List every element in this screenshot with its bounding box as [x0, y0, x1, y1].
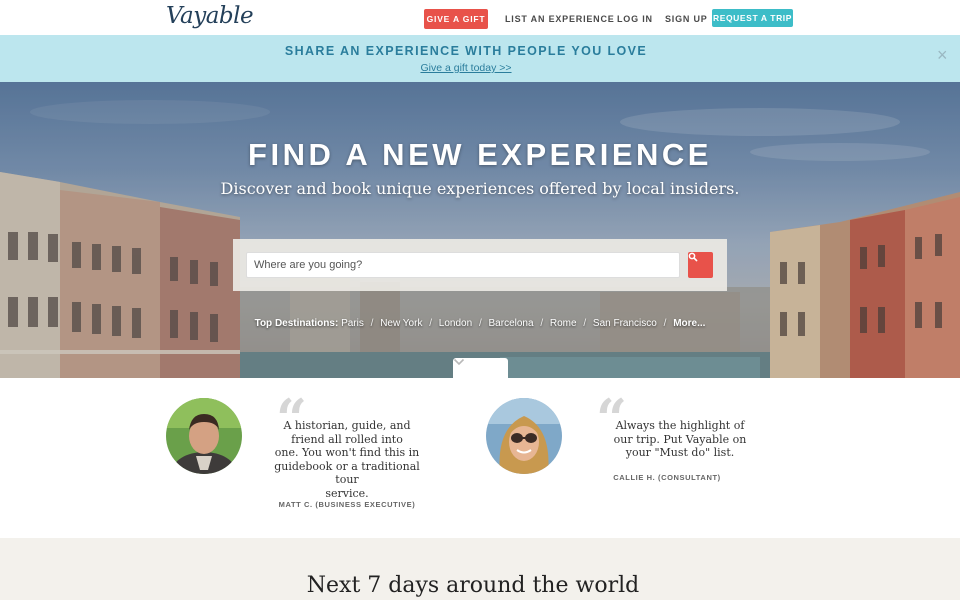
top-destinations: Top Destinations: Paris / New York / Lon…	[254, 318, 706, 329]
destination-link-paris[interactable]: Paris	[341, 318, 364, 329]
destinations-label: Top Destinations:	[254, 318, 339, 329]
avatar	[486, 398, 562, 474]
destination-link-london[interactable]: London	[439, 318, 472, 329]
log-in-link[interactable]: LOG IN	[617, 14, 653, 24]
next-seven-days-section: Next 7 days around the world	[0, 538, 960, 600]
top-navigation-bar: Vayable GIVE A GIFT LIST AN EXPERIENCE L…	[0, 0, 960, 35]
search-panel: Where are you going?	[233, 239, 727, 291]
destination-link-san-francisco[interactable]: San Francisco	[593, 318, 657, 329]
give-a-gift-button[interactable]: GIVE A GIFT	[424, 9, 488, 29]
list-experience-link[interactable]: LIST AN EXPERIENCE	[505, 14, 615, 24]
search-icon	[688, 252, 698, 262]
promo-banner: SHARE AN EXPERIENCE WITH PEOPLE YOU LOVE…	[0, 35, 960, 82]
search-button[interactable]	[688, 252, 713, 278]
destination-link-new-york[interactable]: New York	[380, 318, 422, 329]
testimonials-section: “ A historian, guide, and friend all rol…	[0, 378, 960, 538]
destination-link-rome[interactable]: Rome	[550, 318, 577, 329]
hero-subtitle: Discover and book unique experiences off…	[220, 179, 740, 198]
request-a-trip-button[interactable]: REQUEST A TRIP	[712, 9, 793, 27]
testimonial-quote: Always the highlight of our trip. Put Va…	[613, 419, 747, 459]
avatar	[166, 398, 242, 474]
destination-link-barcelona[interactable]: Barcelona	[489, 318, 534, 329]
close-icon[interactable]: ×	[937, 46, 948, 64]
hero-section: FIND A NEW EXPERIENCE Discover and book …	[0, 82, 960, 378]
destination-search-input[interactable]: Where are you going?	[246, 252, 680, 278]
chevron-down-icon	[453, 358, 465, 366]
section-title: Next 7 days around the world	[306, 573, 640, 598]
testimonial-author: CALLIE H. (CONSULTANT)	[613, 473, 721, 482]
promo-title: SHARE AN EXPERIENCE WITH PEOPLE YOU LOVE	[284, 44, 648, 58]
hero-title: FIND A NEW EXPERIENCE	[248, 137, 712, 172]
more-destinations-link[interactable]: More...	[673, 318, 705, 329]
vayable-logo[interactable]: Vayable	[166, 3, 254, 29]
scroll-down-button[interactable]	[453, 358, 508, 378]
testimonial-author: MATT C. (BUSINESS EXECUTIVE)	[278, 500, 416, 509]
sign-up-link[interactable]: SIGN UP	[665, 14, 708, 24]
give-gift-link[interactable]: Give a gift today >>	[0, 62, 932, 74]
testimonial-quote: A historian, guide, and friend all rolle…	[274, 419, 420, 500]
hero-background-image	[0, 82, 960, 378]
